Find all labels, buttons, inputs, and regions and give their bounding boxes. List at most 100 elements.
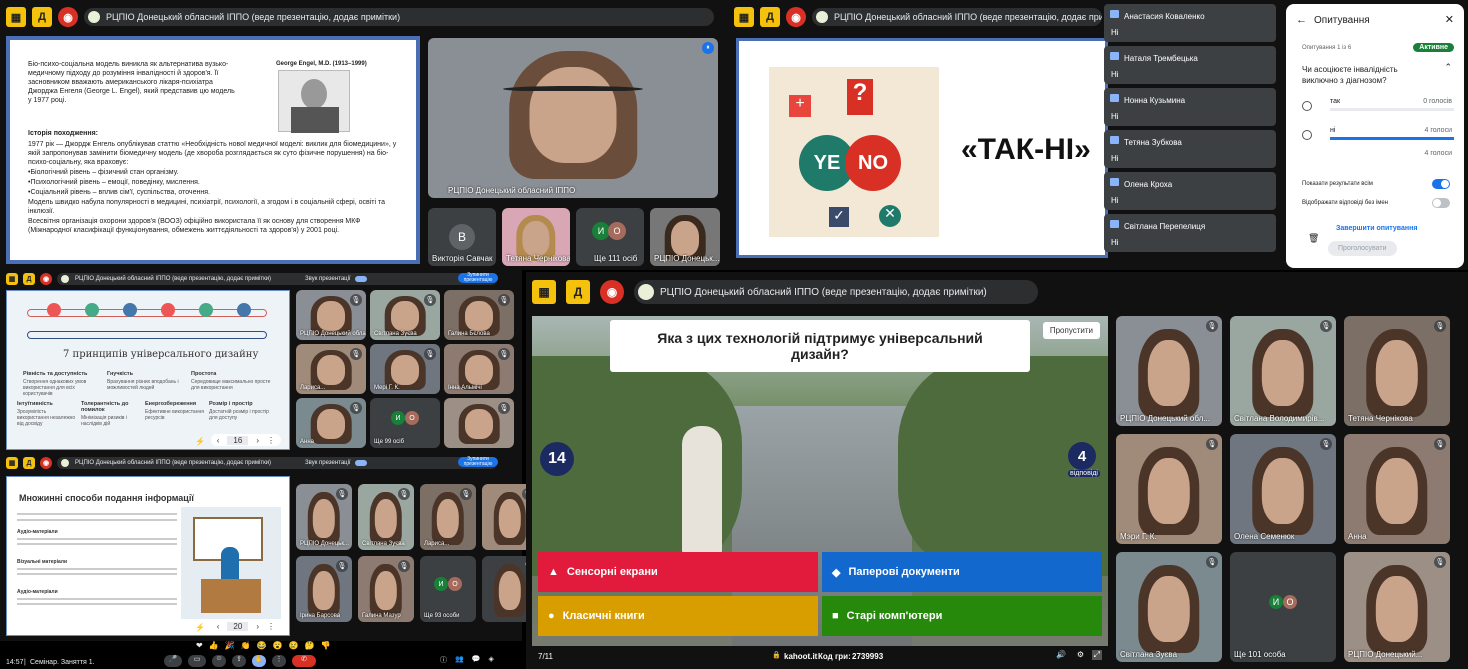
participant-tile[interactable]: 🎙 Анна xyxy=(1344,434,1450,544)
participant-tile[interactable]: 🎙 Світлана Зуєва xyxy=(370,290,440,340)
clap-icon[interactable]: 👏 xyxy=(241,641,251,653)
participant-tile[interactable]: 🎙 РЦПІО Донецький обл... xyxy=(1116,316,1222,426)
page-number[interactable]: 20 xyxy=(227,621,249,631)
end-poll-button[interactable]: Завершити опитування xyxy=(1336,225,1417,232)
anon-toggle[interactable] xyxy=(1432,198,1450,208)
record-icon[interactable]: ◉ xyxy=(40,457,52,469)
chevron-up-icon[interactable]: ⌃ xyxy=(1444,62,1452,73)
answer-button[interactable]: ■ Старі комп'ютери xyxy=(822,596,1102,636)
participant-tile[interactable]: 🎙 Мері Г. К. xyxy=(370,344,440,394)
laugh-icon[interactable]: 😂 xyxy=(257,641,267,653)
radio-yes[interactable] xyxy=(1302,101,1312,111)
poll-option-no[interactable]: ні 4 голоси xyxy=(1300,127,1454,147)
fullscreen-icon[interactable]: ⤢ xyxy=(1091,650,1102,660)
more-icon[interactable]: ⋮ xyxy=(267,622,275,631)
more-options-icon[interactable]: ⋮ xyxy=(272,655,286,667)
document-icon[interactable]: Д xyxy=(760,7,780,27)
participant-tile[interactable]: И О Ще 101 особа xyxy=(1230,552,1336,662)
skip-button[interactable]: Пропустити xyxy=(1042,322,1100,339)
participant-tile[interactable]: 🎙 Анна xyxy=(296,398,366,448)
tile-savchak[interactable]: В Викторія Савчак xyxy=(428,208,496,266)
participant-tile[interactable]: 🎙 Лариса... xyxy=(420,484,476,550)
participant-tile[interactable]: 🎙 xyxy=(444,398,514,448)
party-icon[interactable]: 🎉 xyxy=(225,641,235,653)
close-icon[interactable]: ✕ xyxy=(1445,13,1454,26)
participant-tile[interactable]: 🎙 Світлана Володимирів... xyxy=(1230,316,1336,426)
more-icon[interactable]: ⋮ xyxy=(267,436,275,445)
hand-icon[interactable]: ✋ xyxy=(252,655,266,667)
participant-tile[interactable]: 🎙 Ірина Барсова xyxy=(296,556,352,622)
sound-toggle[interactable] xyxy=(354,460,367,466)
thumbs-down-icon[interactable]: 👎 xyxy=(320,641,330,653)
camera-icon[interactable]: ▭ xyxy=(188,655,206,667)
thumbs-up-icon[interactable]: 👍 xyxy=(209,641,219,653)
participant-tile[interactable]: 🎙 РЦПІО Донецький... xyxy=(1344,552,1450,662)
lightning-icon[interactable]: ⚡ xyxy=(195,437,205,446)
record-icon[interactable]: ◉ xyxy=(786,7,806,27)
stop-presenting-button[interactable]: Зупинити презентацію xyxy=(458,273,498,283)
answer-button[interactable]: ▲ Сенсорні екрани xyxy=(538,552,818,592)
thinking-icon[interactable]: 🤔 xyxy=(305,641,315,653)
quadrant-multiple-means: ▦ Д ◉ РЦПІО Донецький обласний ІППО (вед… xyxy=(0,454,538,641)
chat-icon[interactable]: 💬 xyxy=(472,655,481,665)
document-icon[interactable]: Д xyxy=(23,273,35,285)
record-icon[interactable]: ◉ xyxy=(58,7,78,27)
sound-toggle[interactable] xyxy=(354,276,367,282)
participant-tile[interactable]: И О Ще 99 осіб xyxy=(370,398,440,448)
people-icon[interactable]: 👥 xyxy=(455,655,464,665)
document-icon[interactable]: Д xyxy=(23,457,35,469)
sad-icon[interactable]: 😢 xyxy=(289,641,299,653)
slides-icon[interactable]: ▦ xyxy=(6,273,18,285)
tile-rcpio[interactable]: РЦПІО Донецьк... xyxy=(650,208,720,266)
slides-icon[interactable]: ▦ xyxy=(734,7,754,27)
document-icon[interactable]: Д xyxy=(32,7,52,27)
record-icon[interactable]: ◉ xyxy=(600,280,624,304)
info-icon[interactable]: ⓘ xyxy=(440,655,447,665)
slides-icon[interactable]: ▦ xyxy=(532,280,556,304)
radio-no[interactable] xyxy=(1302,130,1312,140)
show-results-toggle[interactable] xyxy=(1432,179,1450,189)
poll-option-yes[interactable]: так 0 голосів xyxy=(1300,98,1454,118)
tile-chernikova[interactable]: Тетяна Чернікова xyxy=(502,208,570,266)
participant-tile[interactable]: 🎙 Інна Альмічі xyxy=(444,344,514,394)
slides-icon[interactable]: ▦ xyxy=(6,457,18,469)
participant-tile[interactable]: 🎙 Тетяна Чернікова xyxy=(1344,316,1450,426)
heart-icon[interactable]: ❤ xyxy=(196,641,203,653)
wow-icon[interactable]: 😮 xyxy=(273,641,283,653)
mic-icon[interactable]: 🎤 xyxy=(164,655,182,667)
leave-call-icon[interactable]: ✆ xyxy=(292,655,316,667)
page-number[interactable]: 16 xyxy=(227,435,249,445)
answer-button[interactable]: ● Класичні книги xyxy=(538,596,818,636)
volume-icon[interactable]: 🔊 xyxy=(1056,650,1066,659)
participant-tile[interactable]: 🎙 РЦПІО Донецький обласний... xyxy=(296,290,366,340)
slides-icon[interactable]: ▦ xyxy=(6,7,26,27)
person-face xyxy=(465,301,493,331)
participant-tile[interactable]: И О Ще 93 особи xyxy=(420,556,476,622)
back-arrow-icon[interactable]: ← xyxy=(1296,14,1307,26)
participant-tile[interactable]: 🎙 Галина Мазур xyxy=(358,556,414,622)
participant-tile[interactable]: 🎙 Галина Бєлова xyxy=(444,290,514,340)
participant-tile[interactable]: 🎙 Світлана Зуєва xyxy=(358,484,414,550)
participant-tile[interactable]: 🎙 РЦПІО Донецьк... xyxy=(296,484,352,550)
answer-button[interactable]: ◆ Паперові документи xyxy=(822,552,1102,592)
document-icon[interactable]: Д xyxy=(566,280,590,304)
record-icon[interactable]: ◉ xyxy=(40,273,52,285)
prev-slide-icon[interactable]: ‹ xyxy=(217,622,220,631)
activities-icon[interactable]: ◈ xyxy=(488,655,493,665)
stop-presenting-button[interactable]: Зупинити презентацію xyxy=(458,457,498,467)
participant-tile[interactable]: 🎙 Мэри Г. К. xyxy=(1116,434,1222,544)
lightning-icon[interactable]: ⚡ xyxy=(195,623,205,632)
settings-icon[interactable]: ⚙ xyxy=(1077,650,1084,659)
prev-slide-icon[interactable]: ‹ xyxy=(217,436,220,445)
trash-icon[interactable]: 🗑 xyxy=(1308,233,1319,244)
next-slide-icon[interactable]: › xyxy=(256,436,259,445)
present-icon[interactable]: ⇪ xyxy=(232,655,246,667)
participant-tile[interactable]: 🎙 Лариса... xyxy=(296,344,366,394)
vote-button[interactable]: Проголосувати xyxy=(1328,241,1397,256)
emoji-icon[interactable]: ☺ xyxy=(212,655,226,667)
participant-tile[interactable]: 🎙 Олена Семенюк xyxy=(1230,434,1336,544)
main-video-tile[interactable]: ⏸ РЦПІО Донецький обласний ІППО xyxy=(428,38,718,198)
tile-more-people[interactable]: И О Ще 111 осіб xyxy=(576,208,644,266)
participant-tile[interactable]: 🎙 Світлана Зуєва xyxy=(1116,552,1222,662)
next-slide-icon[interactable]: › xyxy=(256,622,259,631)
